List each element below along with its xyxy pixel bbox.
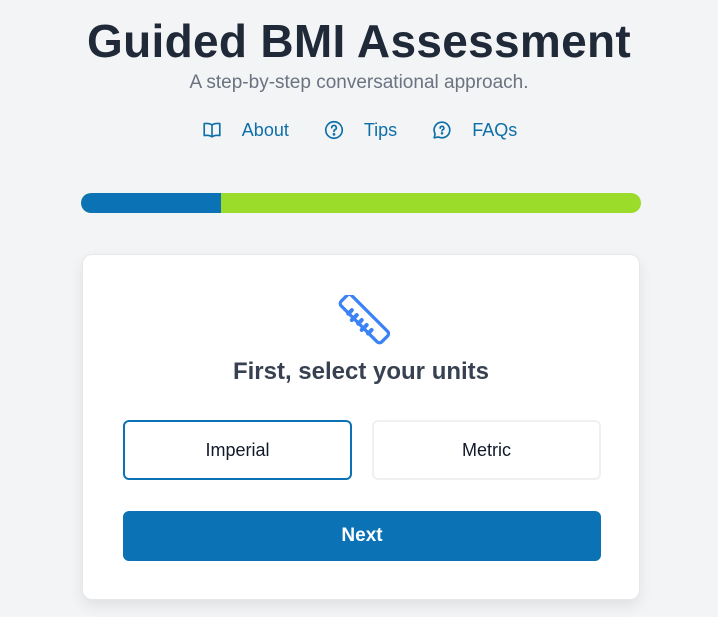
progress-bar xyxy=(81,193,641,213)
question-circle-icon xyxy=(323,119,345,141)
nav-about-label: About xyxy=(241,119,289,140)
next-button[interactable]: Next xyxy=(123,511,601,561)
card-heading: First, select your units xyxy=(232,358,490,385)
nav-tips-link[interactable]: Tips xyxy=(323,119,397,141)
nav-tips-label: Tips xyxy=(363,119,398,140)
progress-fill xyxy=(81,193,221,213)
ruler-icon xyxy=(338,295,391,345)
metric-option-button[interactable]: Metric xyxy=(372,420,601,480)
question-chat-icon xyxy=(431,119,453,141)
nav-about-link[interactable]: About xyxy=(201,119,289,141)
book-icon xyxy=(201,119,223,141)
imperial-option-button[interactable]: Imperial xyxy=(123,420,352,480)
nav-faqs-label: FAQs xyxy=(472,119,518,140)
page-title: Guided BMI Assessment xyxy=(87,15,631,67)
page-subtitle: A step-by-step conversational approach. xyxy=(189,72,529,93)
top-nav: About Tips FAQs xyxy=(0,119,718,141)
units-card: First, select your units Imperial Metric… xyxy=(82,254,640,600)
nav-faqs-link[interactable]: FAQs xyxy=(431,119,517,141)
